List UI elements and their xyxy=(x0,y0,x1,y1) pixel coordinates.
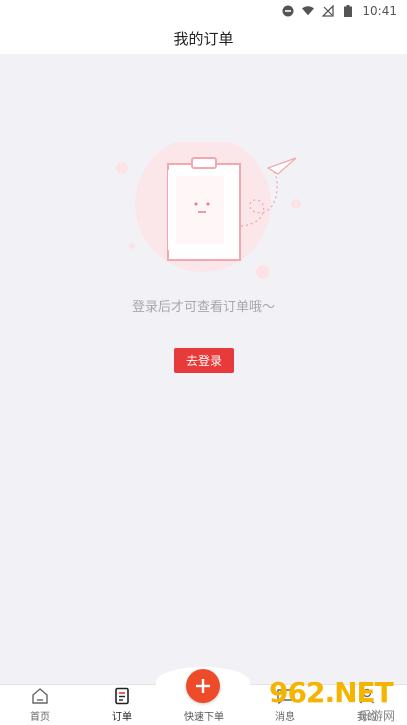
tab-home[interactable]: 首页 xyxy=(5,685,75,725)
quick-order-button[interactable] xyxy=(186,669,220,703)
login-button[interactable]: 去登录 xyxy=(174,348,234,373)
order-icon xyxy=(115,687,129,705)
plus-icon xyxy=(196,679,210,693)
watermark-brand: 962.NET xyxy=(269,676,394,709)
status-bar: 10:41 xyxy=(0,0,407,22)
home-icon xyxy=(32,688,48,704)
page-title: 我的订单 xyxy=(173,29,234,48)
tab-orders[interactable]: 订单 xyxy=(87,685,157,725)
do-not-disturb-icon xyxy=(282,5,294,17)
tab-home-label: 首页 xyxy=(30,712,50,723)
main-content: 登录后才可查看订单哦～ 去登录 xyxy=(0,54,407,685)
battery-icon xyxy=(342,5,354,17)
tab-orders-label: 订单 xyxy=(112,712,132,723)
watermark: 962.NET 乐游网 xyxy=(269,676,399,724)
navbar: 我的订单 xyxy=(0,22,407,54)
empty-state-message: 登录后才可查看订单哦～ xyxy=(131,300,275,315)
no-signal-icon xyxy=(322,5,335,17)
quick-order-label: 快速下单 xyxy=(184,712,224,723)
wifi-icon xyxy=(302,5,315,17)
status-time: 10:41 xyxy=(362,4,397,18)
empty-orders-illustration xyxy=(116,142,301,279)
watermark-sub: 乐游网 xyxy=(358,709,395,723)
